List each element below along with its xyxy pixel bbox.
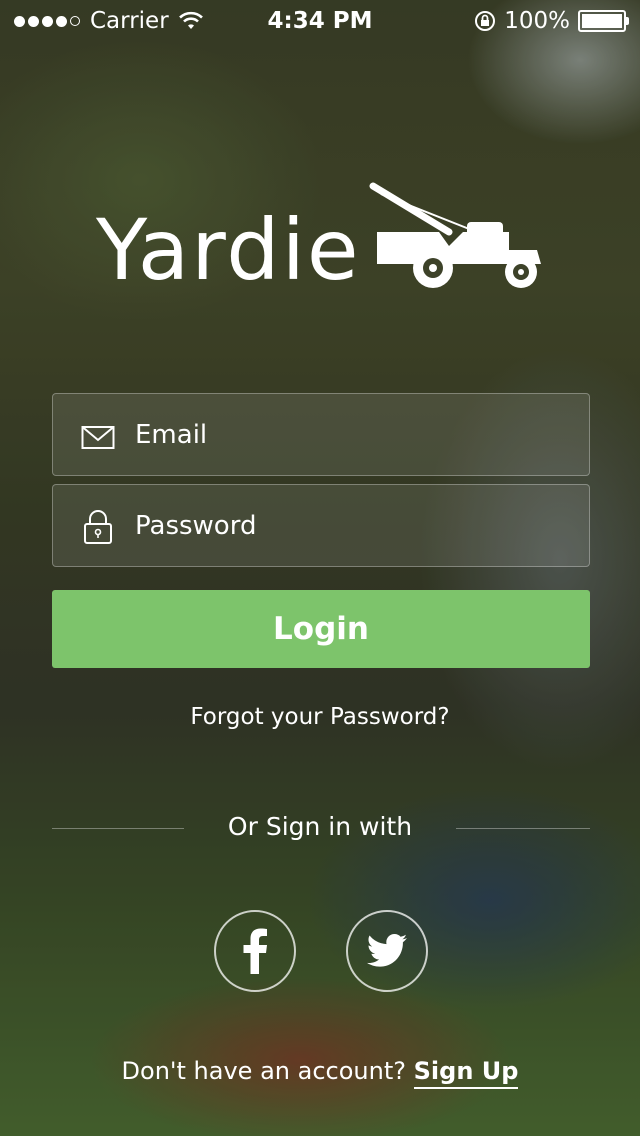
status-bar: Carrier 4:34 PM 100% (0, 0, 640, 40)
lawnmower-icon (369, 182, 541, 288)
facebook-icon (243, 928, 267, 974)
login-screen: Carrier 4:34 PM 100% Yardie Email Login … (0, 0, 640, 1136)
facebook-button[interactable] (214, 910, 296, 992)
battery-icon (578, 10, 629, 32)
social-divider-label: Or Sign in with (227, 812, 413, 841)
divider-right (456, 828, 590, 829)
lock-icon (84, 510, 112, 544)
signup-link[interactable]: Sign Up (413, 1057, 519, 1089)
email-input[interactable] (135, 394, 575, 475)
forgot-password-link[interactable]: Forgot your Password? (0, 704, 640, 730)
envelope-icon (81, 426, 115, 449)
signup-prompt: Don't have an account? (121, 1057, 406, 1085)
twitter-icon (367, 934, 407, 967)
orientation-lock-icon (475, 11, 496, 31)
background-photo (0, 0, 640, 1136)
password-field[interactable] (52, 484, 590, 567)
password-input[interactable] (135, 485, 575, 566)
signup-row: Don't have an account? Sign Up (0, 1057, 640, 1089)
twitter-button[interactable] (346, 910, 428, 992)
logo-wordmark: Yardie (96, 201, 361, 299)
status-right: 100% (474, 8, 629, 34)
email-field[interactable] (52, 393, 590, 476)
app-logo: Yardie (96, 180, 547, 292)
battery-percent: 100% (504, 8, 570, 34)
login-button[interactable]: Login (52, 590, 590, 668)
